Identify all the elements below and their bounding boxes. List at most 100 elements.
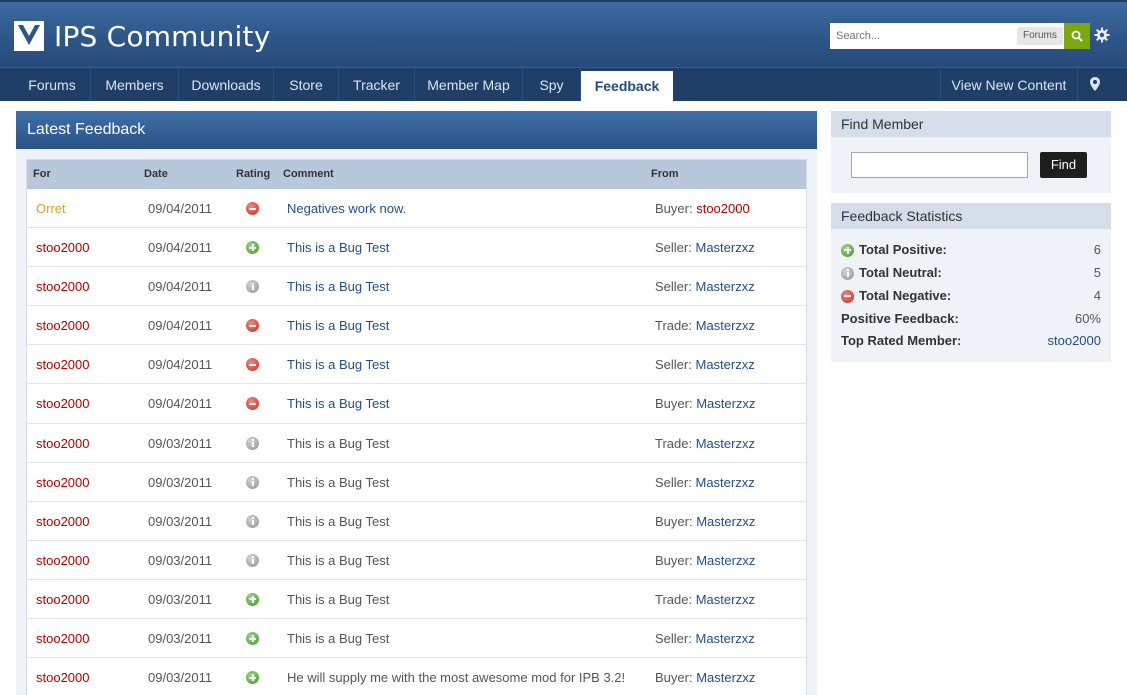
feedback-for-member-link[interactable]: stoo2000	[36, 619, 90, 658]
rating-cell	[246, 397, 259, 411]
top-rated-member-link[interactable]: stoo2000	[1048, 331, 1102, 351]
feedback-from-member-link[interactable]: stoo2000	[696, 201, 750, 216]
feedback-statistics-box: Feedback Statistics Total Positive: 6 To…	[831, 203, 1111, 362]
search-scope-selector[interactable]: Forums	[1017, 27, 1063, 45]
feedback-for-member-link[interactable]: stoo2000	[36, 345, 90, 384]
feedback-for-member-link[interactable]: stoo2000	[36, 267, 90, 306]
feedback-from: Seller: Masterzxz	[655, 619, 755, 658]
feedback-from-member-link[interactable]: Masterzxz	[695, 631, 754, 646]
nav-tab-member-map[interactable]: Member Map	[415, 68, 523, 101]
feedback-for-member-link[interactable]: stoo2000	[36, 306, 90, 345]
feedback-comment: This is a Bug Test	[287, 474, 390, 490]
rating-cell	[246, 358, 259, 372]
feedback-date: 09/04/2011	[148, 396, 213, 412]
feedback-for-member-link[interactable]: stoo2000	[36, 541, 90, 580]
table-row: stoo2000 09/03/2011 This is a Bug Test Sell…	[27, 463, 806, 502]
negative-icon	[841, 289, 854, 303]
feedback-from-member-link[interactable]: Masterzxz	[696, 670, 755, 685]
search-icon	[1071, 30, 1083, 42]
nav-tab-feedback[interactable]: Feedback	[581, 71, 673, 102]
site-logo[interactable]: IPS Community	[14, 18, 270, 54]
column-header-date[interactable]: Date	[144, 160, 168, 189]
feedback-for-member-link[interactable]: stoo2000	[36, 384, 90, 423]
rating-cell	[246, 241, 259, 255]
rating-cell	[246, 553, 259, 567]
feedback-date: 09/03/2011	[148, 513, 213, 529]
nav-tab-downloads[interactable]: Downloads	[179, 68, 274, 101]
search-button[interactable]	[1064, 23, 1090, 49]
neutral-rating-icon	[246, 280, 259, 294]
feedback-from-member-link[interactable]: Masterzxz	[695, 279, 754, 294]
rating-cell	[246, 475, 259, 489]
main-navigation: Forums Members Downloads Store Tracker M…	[0, 67, 1127, 102]
nav-tab-store[interactable]: Store	[274, 68, 339, 101]
map-pin-button[interactable]	[1077, 68, 1111, 101]
table-row: stoo2000 09/04/2011 This is a Bug Test Sell…	[27, 267, 806, 307]
feedback-for-member-link[interactable]: stoo2000	[36, 502, 90, 541]
feedback-for-member-link[interactable]: stoo2000	[36, 658, 90, 695]
feedback-comment[interactable]: Negatives work now.	[287, 189, 406, 228]
feedback-for-member-link[interactable]: stoo2000	[36, 463, 90, 502]
feedback-from: Trade: Masterzxz	[655, 580, 755, 619]
table-row: stoo2000 09/03/2011 This is a Bug Test Sell…	[27, 619, 806, 659]
feedback-from: Seller: Masterzxz	[655, 345, 755, 384]
feedback-for-member-link[interactable]: Orret	[36, 189, 66, 228]
feedback-comment[interactable]: This is a Bug Test	[287, 228, 389, 267]
feedback-comment[interactable]: This is a Bug Test	[287, 267, 389, 306]
nav-tab-forums[interactable]: Forums	[14, 68, 91, 101]
column-header-from[interactable]: From	[651, 160, 679, 189]
feedback-for-member-link[interactable]: stoo2000	[36, 580, 90, 619]
feedback-from: Seller: Masterzxz	[655, 463, 755, 502]
feedback-from-member-link[interactable]: Masterzxz	[696, 436, 755, 451]
stat-total-neutral: Total Neutral: 5	[841, 263, 1101, 283]
feedback-from-member-link[interactable]: Masterzxz	[696, 318, 755, 333]
feedback-from-member-link[interactable]: Masterzxz	[696, 592, 755, 607]
stat-top-rated-member: Top Rated Member: stoo2000	[841, 331, 1101, 351]
feedback-comment: This is a Bug Test	[287, 631, 390, 647]
feedback-comment[interactable]: This is a Bug Test	[287, 306, 389, 345]
neutral-icon	[841, 266, 854, 280]
find-button[interactable]: Find	[1040, 152, 1087, 178]
nav-tab-spy[interactable]: Spy	[523, 68, 581, 101]
nav-tab-tracker[interactable]: Tracker	[339, 68, 415, 101]
feedback-from-member-link[interactable]: Masterzxz	[696, 514, 755, 529]
feedback-from: Buyer: Masterzxz	[655, 384, 755, 423]
stat-value: 5	[1093, 265, 1101, 280]
feedback-for-member-link[interactable]: stoo2000	[36, 228, 90, 267]
negative-rating-icon	[246, 358, 259, 372]
feedback-from-member-link[interactable]: Masterzxz	[696, 396, 755, 411]
feedback-from: Seller: Masterzxz	[655, 228, 755, 267]
nav-tab-members[interactable]: Members	[91, 68, 179, 101]
stat-total-negative: Total Negative: 4	[841, 286, 1101, 306]
feedback-from-member-link[interactable]: Masterzxz	[695, 240, 754, 255]
feedback-comment[interactable]: This is a Bug Test	[287, 345, 389, 384]
feedback-date: 09/03/2011	[148, 552, 213, 568]
search-bar: Forums	[830, 23, 1090, 49]
feedback-from-member-link[interactable]: Masterzxz	[695, 475, 754, 490]
find-member-input[interactable]	[851, 152, 1028, 178]
feedback-from-member-link[interactable]: Masterzxz	[696, 553, 755, 568]
rating-cell	[246, 592, 259, 606]
rating-cell	[246, 671, 259, 685]
positive-rating-icon	[246, 632, 259, 646]
feedback-for-member-link[interactable]: stoo2000	[36, 424, 90, 463]
from-role: Trade:	[655, 435, 693, 451]
column-header-rating[interactable]: Rating	[236, 160, 270, 189]
from-role: Trade:	[655, 591, 693, 607]
feedback-from-member-link[interactable]: Masterzxz	[695, 357, 754, 372]
column-header-for[interactable]: For	[33, 160, 51, 189]
neutral-rating-icon	[246, 436, 259, 450]
table-row: stoo2000 09/04/2011 This is a Bug Test Sell…	[27, 228, 806, 268]
view-new-content-link[interactable]: View New Content	[940, 68, 1077, 101]
from-role: Seller:	[655, 240, 692, 256]
ips-logo-icon	[14, 21, 44, 51]
stat-value: 6	[1093, 242, 1101, 257]
table-row: stoo2000 09/04/2011 This is a Bug Test Buye…	[27, 384, 806, 424]
rating-cell	[246, 280, 259, 294]
gear-icon[interactable]	[1094, 27, 1110, 43]
table-row: stoo2000 09/03/2011 This is a Bug Test Trad…	[27, 424, 806, 463]
feedback-comment[interactable]: This is a Bug Test	[287, 384, 389, 423]
feedback-date: 09/04/2011	[148, 357, 213, 373]
from-role: Seller:	[655, 474, 692, 490]
column-header-comment[interactable]: Comment	[283, 160, 334, 189]
